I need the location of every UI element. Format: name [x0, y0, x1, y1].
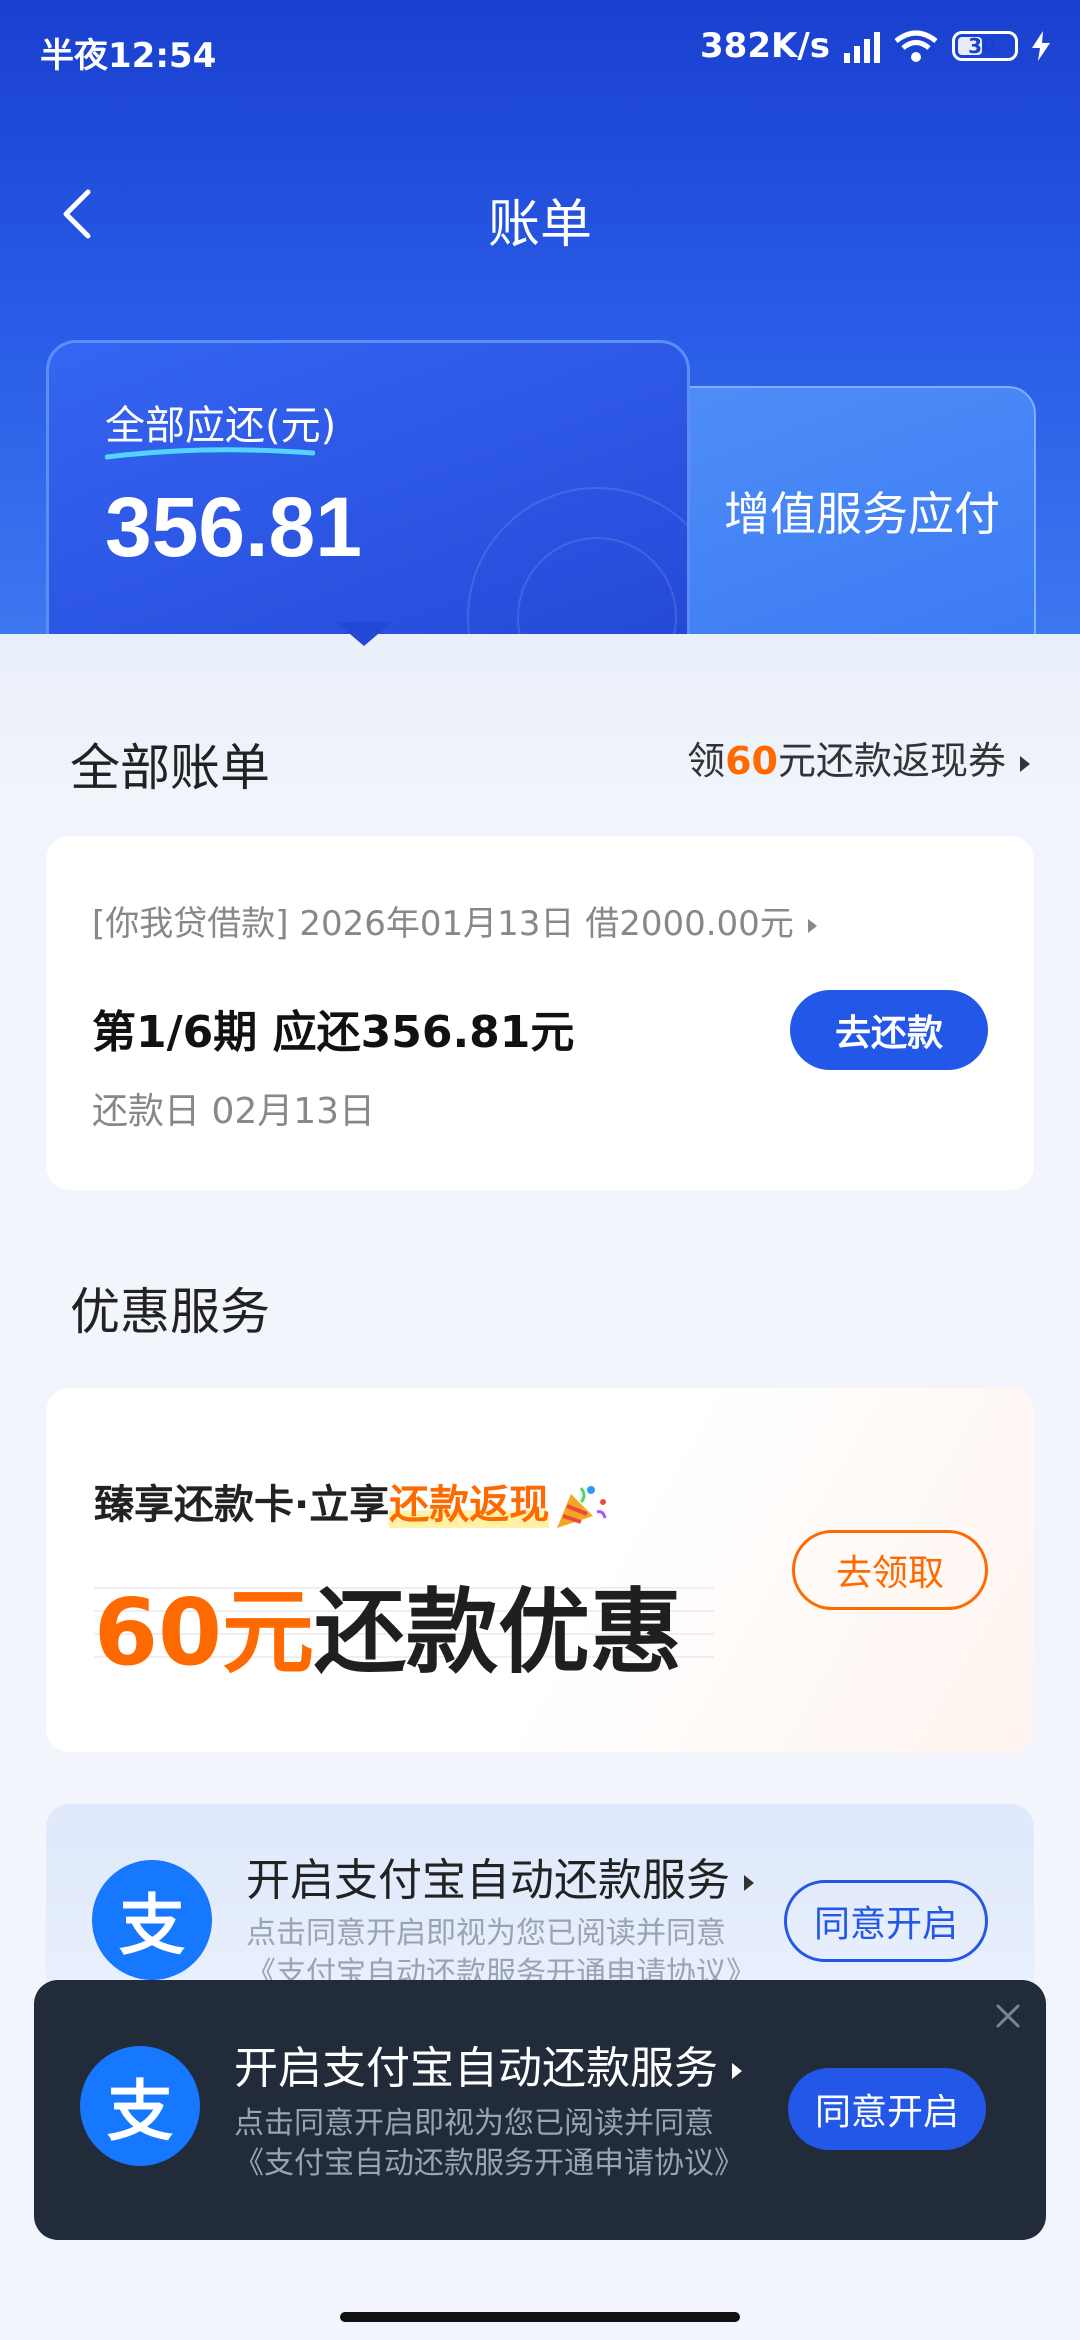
page-title: 账单	[487, 195, 592, 255]
caret-right-icon	[744, 1875, 754, 1891]
home-indicator[interactable]	[340, 2312, 740, 2322]
promo-tagline-prefix: 臻享还款卡·立享	[94, 1482, 390, 1528]
bill-card[interactable]: [你我贷借款] 2026年01月13日 借2000.00元 第1/6期 应还35…	[46, 836, 1034, 1190]
tab-pointer	[336, 622, 392, 646]
close-icon[interactable]	[986, 1994, 1030, 2038]
total-due-card[interactable]: 全部应还(元) 356.81	[46, 340, 690, 670]
network-speed: 382K/s	[700, 26, 830, 66]
popup-desc-line: 点击同意开启即视为您已阅读并同意	[234, 2106, 714, 2141]
popup-agree-enable-button[interactable]: 同意开启	[788, 2068, 986, 2150]
alipay-logo-char: 支	[107, 2073, 173, 2150]
popup-title-text: 开启支付宝自动还款服务	[234, 2043, 718, 2094]
promo-headline-text: 还款优惠	[314, 1579, 683, 1686]
promo-tagline: 臻享还款卡·立享还款返现	[94, 1472, 609, 1532]
auto-repay-popup[interactable]: 支 开启支付宝自动还款服务 点击同意开启即视为您已阅读并同意 《支付宝自动还款服…	[34, 1980, 1046, 2240]
installment-amount: 第1/6期 应还356.81元	[92, 1007, 575, 1058]
caret-right-icon	[1020, 755, 1030, 772]
promo-headline: 60元还款优惠	[94, 1558, 682, 1691]
wifi-icon	[894, 30, 938, 62]
popup-title[interactable]: 开启支付宝自动还款服务	[234, 2032, 742, 2096]
popup-agreement-link[interactable]: 《支付宝自动还款服务开通申请协议》	[234, 2144, 744, 2184]
charging-icon	[1032, 31, 1050, 61]
party-popper-icon	[557, 1486, 607, 1528]
promo-tagline-highlight: 还款返现	[389, 1482, 550, 1528]
due-date: 还款日 02月13日	[92, 1091, 376, 1132]
agree-enable-button[interactable]: 同意开启	[784, 1880, 988, 1962]
label-underline	[105, 447, 315, 460]
promo-headline-amount: 60元	[94, 1579, 315, 1686]
alipay-logo-icon: 支	[80, 2046, 200, 2166]
status-indicators: 382K/s 30	[700, 26, 1050, 66]
loan-source-text: [你我贷借款] 2026年01月13日 借2000.00元	[92, 904, 794, 944]
services-section-title: 优惠服务	[70, 1283, 270, 1341]
total-due-label: 全部应还(元)	[105, 403, 337, 449]
alipay-logo-icon: 支	[92, 1860, 212, 1980]
claim-button[interactable]: 去领取	[792, 1530, 988, 1610]
auto-repay-title[interactable]: 开启支付宝自动还款服务	[246, 1844, 754, 1908]
battery-icon: 30	[952, 31, 1018, 61]
signal-icon	[844, 29, 880, 63]
total-due-amount: 356.81	[105, 480, 362, 574]
value-added-services-label: 增值服务应付	[724, 487, 1000, 541]
loan-source[interactable]: [你我贷借款] 2026年01月13日 借2000.00元	[92, 896, 817, 945]
status-bar: 半夜12:54 382K/s 30	[0, 0, 1080, 96]
nav-bar: 账单	[0, 170, 1080, 260]
auto-repay-title-text: 开启支付宝自动还款服务	[246, 1855, 730, 1906]
repay-button[interactable]: 去还款	[790, 990, 988, 1070]
coupon-prefix: 领	[687, 739, 726, 783]
bills-section-title: 全部账单	[70, 739, 270, 797]
promo-card[interactable]: 臻享还款卡·立享还款返现 60元还款优惠 去领取	[46, 1388, 1034, 1752]
auto-repay-desc-line: 点击同意开启即视为您已阅读并同意	[246, 1916, 726, 1951]
status-time: 半夜12:54	[40, 36, 217, 76]
value-added-services-tab[interactable]: 增值服务应付	[660, 386, 1036, 666]
battery-level: 30	[968, 34, 996, 58]
caret-right-icon	[807, 918, 817, 933]
coupon-suffix: 元还款返现券	[777, 739, 1006, 783]
popup-description: 点击同意开启即视为您已阅读并同意 《支付宝自动还款服务开通申请协议》	[234, 2104, 744, 2184]
cashback-coupon-link[interactable]: 领60元还款返现券	[687, 730, 1030, 785]
coupon-amount: 60	[725, 739, 778, 783]
caret-right-icon	[732, 2063, 742, 2079]
alipay-logo-char: 支	[119, 1887, 185, 1964]
